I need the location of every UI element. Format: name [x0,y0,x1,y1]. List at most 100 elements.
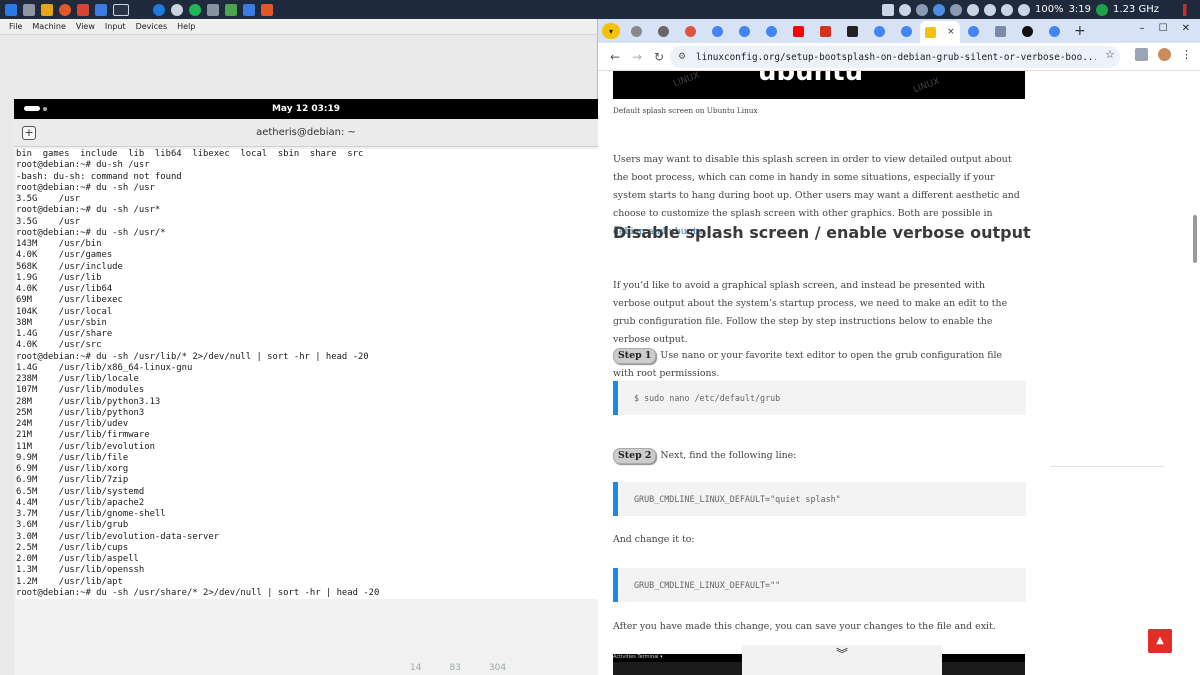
chevron-down-icon[interactable]: ︾ [742,645,942,675]
browser-window: ▾ × + – ☐ ✕ ← → ↻ ⚙ linuxconfig.org/setu… [598,19,1200,675]
code-block[interactable]: GRUB_CMDLINE_LINUX_DEFAULT="" [613,568,1026,602]
ubuntu-splash-image: ubuntu LINUX LINUX [613,71,1025,99]
hero-word: ubuntu [758,71,864,87]
app-green-icon[interactable] [225,3,237,16]
tab[interactable] [704,22,731,40]
app-launcher-icon[interactable] [5,3,17,16]
tab[interactable] [758,22,785,40]
tab[interactable] [1014,22,1041,40]
step-2-badge: Step 2 [613,448,657,464]
profile-avatar[interactable] [1158,48,1171,61]
terminal-title: aetheris@debian: ~ [256,127,356,138]
minimize-button[interactable]: – [1140,23,1145,34]
tab[interactable] [866,22,893,40]
screenshot-icon[interactable] [881,3,894,16]
tab[interactable] [623,22,650,40]
code-block[interactable]: $ sudo nano /etc/default/grub [613,381,1026,415]
gnome-clock[interactable]: May 12 03:19 [14,104,598,114]
menu-devices[interactable]: Devices [136,22,168,31]
terminal-line: root@debian:~# du -sh /usr/lib/* 2>/dev/… [16,351,369,362]
tab-search-icon[interactable]: ▾ [602,23,620,39]
bookmark-star-icon[interactable]: ☆ [1105,48,1115,61]
tab[interactable] [677,22,704,40]
window-icon[interactable] [95,3,107,16]
terminal-line: 69M /usr/libexec [16,295,123,306]
tab-active[interactable]: × [920,21,960,43]
tab[interactable] [1041,22,1068,40]
notification-icon[interactable] [983,3,996,16]
url-text[interactable]: linuxconfig.org/setup-bootsplash-on-debi… [696,52,1096,63]
google-icon [901,25,912,37]
firefox-icon[interactable] [59,3,71,16]
terminal-line: 6.9M /usr/lib/7zip [16,475,129,486]
tab[interactable] [893,22,920,40]
folder-icon[interactable] [41,3,53,16]
network-monitor-icon[interactable] [915,3,928,16]
tab[interactable] [785,22,812,40]
gnome-top-bar: May 12 03:19 [14,99,598,119]
files-icon[interactable] [23,3,35,16]
cpu-frequency[interactable]: 1.23 GHz [1113,4,1159,15]
volume-icon[interactable] [1017,3,1030,16]
step-2-text: Next, find the following line: [660,450,797,461]
section-paragraph: If you’d like to avoid a graphical splas… [613,280,1008,345]
image-caption: Default splash screen on Ubuntu Linux [613,106,758,115]
taskbar-clock[interactable]: 3:19 [1069,4,1091,15]
scroll-to-top-button[interactable]: ▲ [1148,629,1172,653]
active-window-icon[interactable] [113,3,129,16]
back-icon[interactable]: ← [604,50,626,64]
app-red-icon[interactable] [77,3,89,16]
app-orange-icon[interactable] [261,3,273,16]
terminal-line: root@debian:~# du -sh /usr/* [16,227,166,238]
terminal-line: 1.2M /usr/lib/apt [16,576,123,587]
code-block[interactable]: GRUB_CMDLINE_LINUX_DEFAULT="quiet splash… [613,482,1026,516]
terminal-line: 38M /usr/sbin [16,317,107,328]
forward-icon[interactable]: → [626,50,648,64]
menu-file[interactable]: File [9,22,22,31]
wifi-icon[interactable] [1000,3,1013,16]
github-icon[interactable] [171,3,183,16]
extensions-icon[interactable] [1135,48,1148,61]
terminal-output[interactable]: bin games include lib lib64 libexec loca… [16,149,598,599]
tab[interactable] [812,22,839,40]
virtual-machine-window: File Machine View Input Devices Help May… [0,19,598,675]
menu-help[interactable]: Help [177,22,195,31]
new-tab-button[interactable]: + [1074,23,1086,39]
terminal-line: bin games include lib lib64 libexec loca… [16,149,364,159]
site-info-icon[interactable]: ⚙ [678,52,688,62]
maximize-button[interactable]: ☐ [1159,23,1168,34]
tab[interactable] [839,22,866,40]
vm-guest-screen[interactable]: May 12 03:19 + aetheris@debian: ~ bin ga… [14,99,598,675]
settings-icon[interactable] [949,3,962,16]
menu-machine[interactable]: Machine [32,22,66,31]
tab-favicon-icon [685,25,696,37]
more-menu-icon[interactable]: ⋮ [1181,48,1192,61]
terminal-line: 3.7M /usr/lib/gnome-shell [16,509,166,519]
battery-percent[interactable]: 100% [1035,4,1064,15]
scrollbar-thumb[interactable] [1193,215,1197,263]
omnibox[interactable]: ⚙ linuxconfig.org/setup-bootsplash-on-de… [670,46,1120,68]
dropbox-icon[interactable] [898,3,911,16]
article-page[interactable]: ubuntu LINUX LINUX Default splash screen… [598,71,1188,675]
menu-input[interactable]: Input [105,22,126,31]
terminal-line: root@debian:~# du -sh /usr* [16,205,161,216]
tab[interactable] [731,22,758,40]
page-scrollbar[interactable] [1192,71,1198,675]
terminal-icon[interactable] [207,3,219,16]
tab[interactable] [987,22,1014,40]
menu-view[interactable]: View [76,22,95,31]
terminal-line: root@debian:~# du-sh /usr [16,160,150,171]
bluetooth-icon[interactable] [932,3,945,16]
tab[interactable] [960,22,987,40]
tab-close-icon[interactable]: × [947,27,955,37]
clipboard-icon[interactable] [966,3,979,16]
close-window-button[interactable]: ✕ [1182,23,1190,34]
spotify-icon[interactable] [189,3,201,16]
chrome-icon[interactable] [153,3,165,16]
google-icon [1049,25,1060,37]
virtualbox-icon[interactable] [243,3,255,16]
google-icon [874,25,885,37]
tab[interactable] [650,22,677,40]
terminal-line: 11M /usr/lib/evolution [16,441,155,452]
reload-icon[interactable]: ↻ [648,50,670,64]
